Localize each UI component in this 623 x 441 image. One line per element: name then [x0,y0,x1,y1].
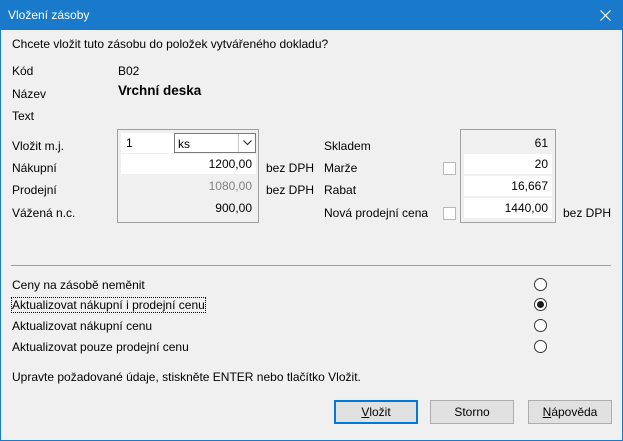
unit-select-value: ks [178,137,190,151]
nazev-label: Název [12,87,47,101]
vlozit-mj-label: Vložit m.j. [12,139,65,153]
storno-button-label: Storno [454,405,490,419]
nakupni-field[interactable]: 1200,00 [121,154,256,174]
chevron-down-icon[interactable] [238,134,255,152]
quantity-input[interactable]: 1 [121,133,174,153]
close-icon [599,10,611,21]
skladem-label: Skladem [324,139,371,153]
napoveda-button-label: ápověda [551,405,598,419]
prompt-text: Chcete vložit tuto zásobu do položek vyt… [12,37,329,51]
prodejni-label: Prodejní [12,183,57,197]
option-radio[interactable] [534,298,547,311]
nova-prodejni-cena-label: Nová prodejní cena [324,206,429,220]
title-bar[interactable]: Vložení zásoby [1,1,622,30]
option-label[interactable]: Ceny na zásobě neměnit [12,278,145,292]
nazev-value: Vrchní deska [118,83,202,98]
text-label: Text [12,109,35,123]
unit-select[interactable]: ks [174,133,256,153]
option-label[interactable]: Aktualizovat nákupní i prodejní cenu [11,297,206,313]
option-label[interactable]: Aktualizovat nákupní cenu [12,319,152,333]
right-price-panel: 61 20 16,667 1440,00 [460,129,556,223]
kod-value: B02 [118,64,140,78]
dialog-window: Vložení zásoby Chcete vložit tuto zásobu… [0,0,623,441]
bez-dph-label: bez DPH [563,206,612,220]
vlozit-button-label: ložit [369,405,391,419]
storno-button[interactable]: Storno [430,400,514,424]
option-label[interactable]: Aktualizovat pouze prodejní cenu [12,340,189,354]
skladem-field: 61 [534,136,548,150]
vazena-nc-field: 900,00 [215,201,252,215]
rabat-label: Rabat [324,183,357,197]
divider [11,265,611,266]
kod-label: Kód [12,64,34,78]
hint-text: Upravte požadované údaje, stiskněte ENTE… [12,370,361,384]
rabat-field[interactable]: 16,667 [464,176,552,196]
vazena-nc-label: Vážená n.c. [12,206,76,220]
marze-checkbox[interactable] [443,162,456,175]
vlozit-mnemonic: V [361,405,370,419]
option-radio[interactable] [534,319,547,332]
napoveda-mnemonic: N [542,405,552,419]
option-radio[interactable] [534,340,547,353]
marze-label: Marže [324,161,358,175]
marze-field[interactable]: 20 [464,154,552,174]
prodejni-field: 1080,00 [208,179,252,193]
nakupni-label: Nákupní [12,161,57,175]
nova-prodejni-cena-field[interactable]: 1440,00 [464,198,552,218]
napoveda-button[interactable]: Nápověda [528,400,612,424]
bez-dph-label: bez DPH [266,161,315,175]
left-price-panel: 1 ks 1200,00 1080,00 900,00 [117,129,259,223]
bez-dph-label: bez DPH [266,183,315,197]
nova-cena-checkbox[interactable] [443,207,456,220]
close-button[interactable] [588,1,622,30]
option-radio[interactable] [534,278,547,291]
vlozit-button[interactable]: Vložit [334,400,418,424]
window-title: Vložení zásoby [8,8,90,22]
